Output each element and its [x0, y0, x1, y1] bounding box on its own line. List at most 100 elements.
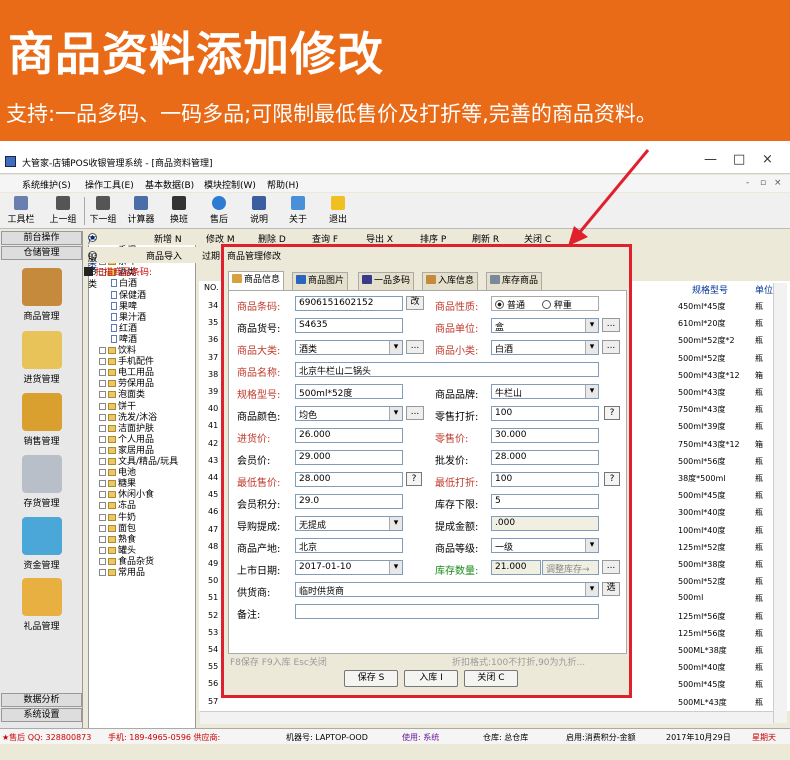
spec-cell[interactable]: 500ml*45度 — [678, 679, 725, 690]
unit-cell[interactable]: 瓶 — [755, 542, 763, 553]
expand-icon[interactable] — [99, 546, 106, 554]
spec-field[interactable]: 500ml*52度 — [295, 384, 403, 399]
minimize-button[interactable]: — — [704, 152, 717, 167]
spec-cell[interactable]: 500ml*40度 — [678, 662, 725, 673]
expand-icon[interactable] — [99, 446, 106, 454]
spec-cell[interactable]: 300ml*40度 — [678, 507, 725, 518]
nav-tab-storage[interactable]: 仓储管理 — [1, 246, 82, 260]
spec-cell[interactable]: 500ml*43度*12 — [678, 370, 740, 381]
unit-cell[interactable]: 瓶 — [755, 335, 763, 346]
dialog-close-button[interactable]: 关闭 C — [464, 670, 518, 687]
tab-stock-in[interactable]: 入库信息 — [422, 272, 479, 290]
brand-select[interactable]: 牛栏山 — [491, 384, 599, 399]
mdi-minimize-button[interactable]: - — [746, 178, 749, 188]
wholesale-price-field[interactable]: 28.000 — [491, 450, 599, 465]
spec-cell[interactable]: 125ml*52度 — [678, 542, 725, 553]
supplier-select[interactable]: 临时供货商 — [295, 582, 599, 597]
sku-field[interactable]: S4635 — [295, 318, 403, 333]
category-more-button[interactable]: ... — [406, 340, 424, 354]
spec-cell[interactable]: 450ml*45度 — [678, 301, 725, 312]
tree-item[interactable]: 电池 — [99, 468, 136, 478]
nav-inventory-management[interactable]: 存货管理 — [0, 455, 83, 509]
cost-price-field[interactable]: 26.000 — [295, 428, 403, 443]
retail-discount-field[interactable]: 100 — [491, 406, 599, 421]
category-select[interactable]: 酒类 — [295, 340, 403, 355]
spec-cell[interactable]: 500ml — [678, 593, 703, 602]
spec-cell[interactable]: 500ml*52度*2 — [678, 335, 735, 346]
unit-cell[interactable]: 瓶 — [755, 456, 763, 467]
after-sales-button[interactable]: 售后 — [200, 195, 238, 227]
expand-icon[interactable] — [99, 513, 106, 521]
unit-cell[interactable]: 瓶 — [755, 679, 763, 690]
remark-field[interactable] — [295, 604, 599, 619]
spec-cell[interactable]: 500ml*52度 — [678, 353, 725, 364]
min-price-field[interactable]: 28.000 — [295, 472, 403, 487]
nav-sales-management[interactable]: 销售管理 — [0, 393, 83, 447]
spec-cell[interactable]: 500ml*56度 — [678, 456, 725, 467]
expand-icon[interactable] — [99, 491, 106, 499]
expand-icon[interactable] — [99, 347, 106, 354]
unit-header[interactable]: 单位 — [755, 283, 773, 296]
stock-in-button[interactable]: 入库 I — [404, 670, 458, 687]
expand-icon[interactable] — [99, 369, 106, 377]
unit-more-button[interactable]: ... — [602, 318, 620, 332]
save-button[interactable]: 保存 S — [344, 670, 398, 687]
nav-finance-management[interactable]: 资金管理 — [0, 517, 83, 571]
spec-cell[interactable]: 610ml*20度 — [678, 318, 725, 329]
spec-cell[interactable]: 125ml*56度 — [678, 628, 725, 639]
min-price-help-button[interactable]: ? — [406, 472, 422, 486]
tree-item[interactable]: 罐头 — [99, 546, 136, 556]
points-field[interactable]: 29.0 — [295, 494, 403, 509]
tree-item[interactable]: 家居用品 — [99, 446, 154, 456]
unit-cell[interactable]: 瓶 — [755, 576, 763, 587]
tree-item[interactable]: 熟食 — [99, 535, 136, 545]
barcode-change-button[interactable]: 改 — [406, 296, 424, 310]
unit-cell[interactable]: 瓶 — [755, 507, 763, 518]
guide-commission-select[interactable]: 无提成 — [295, 516, 403, 531]
expand-icon[interactable] — [99, 391, 106, 399]
nature-weigh-radio[interactable]: 秤重 — [541, 300, 572, 310]
tab-goods-info[interactable]: 商品信息 — [228, 271, 285, 290]
unit-cell[interactable]: 瓶 — [755, 353, 763, 364]
min-discount-help-button[interactable]: ? — [604, 472, 620, 486]
color-select[interactable]: 均色 — [295, 406, 403, 421]
spec-cell[interactable]: 500ml*45度 — [678, 490, 725, 501]
expand-icon[interactable] — [99, 557, 106, 565]
spec-header[interactable]: 规格型号 — [692, 283, 728, 296]
barcode-field[interactable]: 6906151602152 — [295, 296, 403, 311]
tree-item[interactable]: 电工用品 — [99, 368, 154, 378]
unit-cell[interactable]: 瓶 — [755, 593, 763, 604]
tree-item[interactable]: 劳保用品 — [99, 379, 154, 389]
import-button[interactable]: 商品导入 — [146, 249, 182, 262]
expand-icon[interactable] — [99, 569, 106, 576]
toolbar-toggle-button[interactable]: 工具栏 — [2, 195, 40, 227]
unit-cell[interactable]: 箱 — [755, 439, 763, 450]
unit-cell[interactable]: 瓶 — [755, 301, 763, 312]
mdi-close-button[interactable]: × — [774, 178, 782, 188]
supplier-select-button[interactable]: 选 — [602, 582, 620, 596]
unit-cell[interactable]: 瓶 — [755, 421, 763, 432]
tree-item[interactable]: 常用品 — [99, 568, 145, 578]
grade-select[interactable]: 一级 — [491, 538, 599, 553]
vertical-scrollbar[interactable] — [773, 283, 787, 723]
menu-basic[interactable]: 基本数据(B) — [145, 178, 194, 191]
unit-cell[interactable]: 瓶 — [755, 611, 763, 622]
subcategory-select[interactable]: 白酒 — [491, 340, 599, 355]
unit-cell[interactable]: 瓶 — [755, 697, 763, 708]
spec-cell[interactable]: 500ml*52度 — [678, 576, 725, 587]
subcategory-more-button[interactable]: ... — [602, 340, 620, 354]
nav-goods-management[interactable]: 商品管理 — [0, 268, 83, 322]
tree-item[interactable]: 休闲小食 — [99, 490, 154, 500]
tree-item[interactable]: 红酒 — [111, 323, 137, 334]
unit-cell[interactable]: 瓶 — [755, 645, 763, 656]
spec-cell[interactable]: 500ml*43度 — [678, 387, 725, 398]
close-button[interactable]: × — [762, 152, 773, 167]
spec-cell[interactable]: 500ml*39度 — [678, 421, 725, 432]
tree-item[interactable]: 文具/精品/玩具 — [99, 457, 178, 467]
tree-item[interactable]: 饼干 — [99, 402, 136, 412]
tree-item[interactable]: 啤酒 — [111, 334, 137, 345]
nav-tab-frontend[interactable]: 前台操作 — [1, 231, 82, 245]
tree-item[interactable]: 冻品 — [99, 501, 136, 511]
tree-item[interactable]: 食品杂货 — [99, 557, 154, 567]
tree-item[interactable]: 糖果 — [99, 479, 136, 489]
